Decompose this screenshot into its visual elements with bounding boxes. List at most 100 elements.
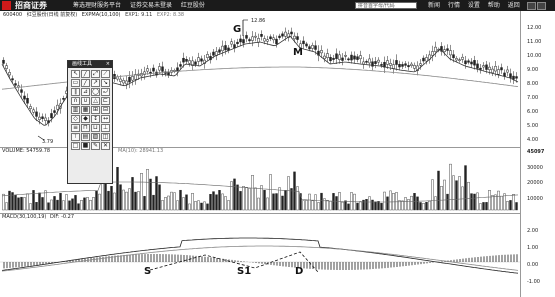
drawing-tool-button[interactable]: ⊟ (101, 106, 110, 114)
candle-body (269, 36, 272, 39)
drawing-tool-button[interactable]: ∩ (71, 97, 80, 105)
drawing-tool-button[interactable]: ◯ (91, 88, 100, 96)
drawing-tool-button[interactable]: ⊞ (91, 106, 100, 114)
candle-body (512, 75, 515, 80)
candle-body (305, 43, 308, 47)
drawing-tool-button[interactable]: ■ (81, 142, 90, 150)
candle-body (479, 67, 482, 70)
volume-bar (362, 199, 365, 211)
drawing-tool-button[interactable]: ↕ (91, 115, 100, 123)
volume-bar (233, 178, 236, 211)
volume-bar (29, 203, 32, 211)
candle-body (158, 66, 161, 71)
volume-bar (356, 202, 359, 211)
close-icon[interactable]: × (106, 61, 110, 68)
drawing-tool-button[interactable]: ⊿ (81, 88, 90, 96)
volume-bar (515, 202, 518, 211)
candle-body (212, 51, 215, 56)
volume-bar (98, 193, 101, 211)
drawing-tool-button[interactable]: ↘ (101, 79, 110, 87)
drawing-tool-button[interactable]: ▤ (81, 133, 90, 141)
drawing-tool-button[interactable]: ◫ (101, 133, 110, 141)
drawing-tool-button[interactable]: ◇ (71, 115, 80, 123)
drawing-tool-button[interactable]: ◆ (81, 115, 90, 123)
volume-bar (8, 190, 11, 211)
candle-body (122, 80, 125, 84)
candle-body (308, 46, 311, 50)
candle-body (467, 60, 470, 63)
drawing-tool-button[interactable]: △ (91, 97, 100, 105)
volume-bar (494, 194, 497, 211)
volume-bar (95, 190, 98, 211)
drawing-tool-button[interactable]: ⊥ (101, 124, 110, 132)
volume-bar (221, 193, 224, 211)
volume-bar (446, 193, 449, 211)
volume-bar (53, 196, 56, 211)
annotation-g: G (233, 24, 242, 35)
drawing-tool-button[interactable]: □ (71, 142, 80, 150)
candle-body (341, 57, 344, 61)
drawing-tool-button[interactable]: ⊏ (101, 97, 110, 105)
candle-body (380, 64, 383, 66)
drawing-tool-button[interactable]: ╱ (81, 79, 90, 87)
volume-bar (428, 200, 431, 211)
volume-bar (347, 203, 350, 211)
candle-body (230, 41, 233, 45)
candle-body (365, 61, 368, 63)
candle-body (224, 45, 227, 51)
minimize-icon[interactable] (527, 2, 536, 10)
volume-bar (209, 194, 212, 211)
drawing-tool-button[interactable]: ✎ (91, 142, 100, 150)
drawing-tool-button[interactable]: ▦ (81, 106, 90, 114)
volume-bar (407, 199, 410, 211)
drawing-tool-button[interactable]: ↖ (71, 70, 80, 78)
volume-bar (326, 199, 329, 211)
drawing-tool-button[interactable]: ▥ (71, 106, 80, 114)
volume-bar (26, 193, 29, 211)
volume-bar (317, 202, 320, 211)
drawing-tools-panel[interactable]: 画线工具 × ↖ ╱ ⤢ ⟋ ▭ ╱ ↗ ↘ ∥ ⊿ ◯ ⤾ ∩ ∪ △ ⊏ ▥ ▦ ⊞ ⊟ ◇ ◆ ↕ ↔ ≡ ⊓ ⊔ ⊥ ⊤ ▤ ▨ ◫ □… (67, 60, 113, 184)
volume-bar (329, 201, 332, 211)
candle-body (275, 38, 278, 45)
volume-tick: 20000 (527, 180, 543, 186)
drawing-tool-button[interactable]: ∥ (71, 88, 80, 96)
volume-bar (80, 199, 83, 211)
volume-bar (431, 179, 434, 211)
volume-macd-divider (0, 213, 520, 214)
drawing-tool-button[interactable]: ⤾ (101, 88, 110, 96)
drawing-tool-button[interactable]: ↔ (101, 115, 110, 123)
candle-body (473, 60, 476, 66)
candle-body (161, 66, 164, 72)
drawing-tool-button[interactable]: ⤢ (91, 70, 100, 78)
drawing-tool-button[interactable]: ↗ (91, 79, 100, 87)
drawing-tool-button[interactable]: ✕ (101, 142, 110, 150)
candle-body (35, 111, 38, 117)
volume-bar (122, 189, 125, 211)
candle-body (221, 45, 224, 52)
drawing-tool-button[interactable]: ⊤ (71, 133, 80, 141)
volume-bar (257, 197, 260, 211)
drawing-tool-button[interactable]: ▨ (91, 133, 100, 141)
volume-bar (185, 194, 188, 211)
drawing-tool-button[interactable]: ⊔ (91, 124, 100, 132)
macd-dif-line (1, 237, 519, 274)
candle-body (377, 59, 380, 63)
volume-bar (440, 186, 443, 211)
maximize-icon[interactable] (537, 2, 546, 10)
drawing-tool-button[interactable]: ⊓ (81, 124, 90, 132)
drawing-tool-button[interactable]: ╱ (81, 70, 90, 78)
volume-bar (281, 195, 284, 211)
volume-bar (506, 201, 509, 211)
candle-body (8, 72, 11, 76)
volume-bar (461, 186, 464, 211)
volume-bar (203, 201, 206, 211)
tool-panel-header[interactable]: 画线工具 × (68, 61, 112, 68)
candle-body (320, 50, 323, 54)
volume-bar (197, 200, 200, 211)
drawing-tool-button[interactable]: ▭ (71, 79, 80, 87)
drawing-tool-button[interactable]: ⟋ (101, 70, 110, 78)
volume-bar (368, 196, 371, 211)
drawing-tool-button[interactable]: ≡ (71, 124, 80, 132)
drawing-tool-button[interactable]: ∪ (81, 97, 90, 105)
volume-bar (500, 196, 503, 211)
